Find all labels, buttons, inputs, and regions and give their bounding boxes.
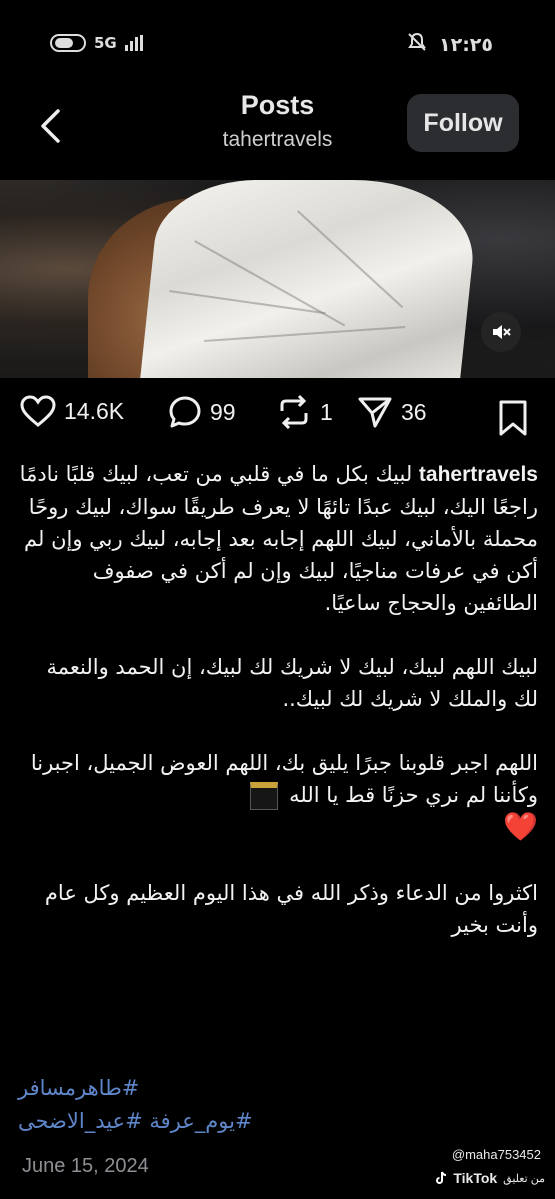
- hashtag-line-1[interactable]: #طاهرمسافر: [18, 1072, 538, 1105]
- status-right: ١٢:٢٥: [407, 32, 493, 57]
- comment-action[interactable]: 99: [168, 395, 236, 429]
- share-action[interactable]: 36: [357, 395, 427, 429]
- repost-icon: [280, 395, 308, 429]
- status-left: 5G: [50, 34, 143, 52]
- tiktok-brand: TikTok: [453, 1170, 498, 1186]
- status-bar: 5G ١٢:٢٥: [0, 0, 555, 80]
- network-label: 5G: [94, 34, 117, 52]
- tiktok-logo-icon: [436, 1171, 447, 1184]
- caption-username[interactable]: tahertravels: [419, 463, 538, 486]
- tiktok-watermark: TikTok من تعليق: [435, 1170, 545, 1186]
- caption-paragraph-4: اكثروا من الدعاء وذكر الله في هذا اليوم …: [44, 881, 538, 937]
- bookmark-icon[interactable]: [497, 399, 529, 441]
- heart-icon: [20, 395, 56, 427]
- heart-emoji: ❤️: [503, 810, 538, 843]
- post-media[interactable]: [0, 180, 555, 378]
- mute-bell-icon: [407, 32, 427, 57]
- watermark-sub: من تعليق: [503, 1172, 545, 1185]
- comment-count: 99: [210, 398, 236, 425]
- repost-action[interactable]: 1: [276, 395, 333, 429]
- repost-count: 1: [320, 398, 333, 425]
- like-action[interactable]: 14.6K: [20, 395, 124, 427]
- comment-bubble-icon: [169, 396, 201, 428]
- follow-button[interactable]: Follow: [407, 94, 519, 152]
- action-bar: 14.6K 99 1 36: [0, 395, 555, 445]
- caption-paragraph-2: لبيك اللهم لبيك، لبيك لا شريك لك لبيك، إ…: [46, 655, 538, 711]
- send-icon: [358, 397, 392, 428]
- mute-icon[interactable]: [481, 312, 521, 352]
- watermark-username: @maha753452: [451, 1147, 541, 1162]
- caption-text-3: اللهم اجبر قلوبنا جبرًا يليق بك، اللهم ا…: [30, 751, 538, 807]
- header: Posts tahertravels Follow: [0, 80, 555, 180]
- like-count: 14.6K: [64, 397, 125, 424]
- caption-paragraph-3: اللهم اجبر قلوبنا جبرًا يليق بك، اللهم ا…: [18, 747, 538, 845]
- signal-icon: [124, 35, 143, 51]
- caption-paragraph-1: tahertravels لبيك بكل ما في قلبي من تعب،…: [18, 458, 538, 619]
- hashtags: #طاهرمسافر #يوم_عرفة #عيد_الاضحى: [18, 1072, 538, 1138]
- share-count: 36: [401, 398, 427, 425]
- toggle-icon: [50, 34, 86, 52]
- status-time: ١٢:٢٥: [439, 33, 493, 56]
- kaaba-icon: [250, 782, 279, 810]
- post-date: June 15, 2024: [22, 1155, 149, 1177]
- ihram-cloth: [138, 180, 482, 378]
- hashtag-line-2[interactable]: #يوم_عرفة #عيد_الاضحى: [18, 1105, 538, 1138]
- post-caption: tahertravels لبيك بكل ما في قلبي من تعب،…: [18, 458, 538, 973]
